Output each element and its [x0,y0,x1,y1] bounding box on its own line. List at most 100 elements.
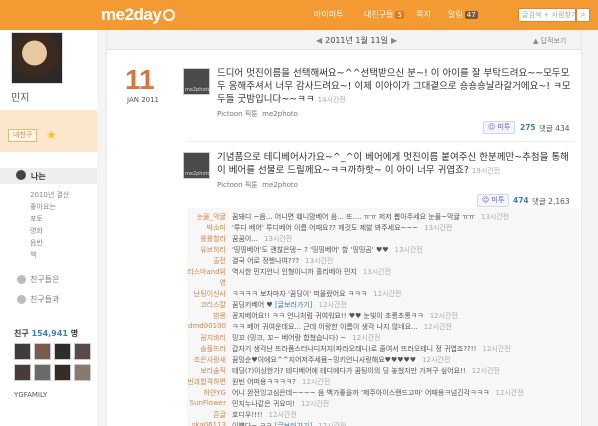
metoo-count[interactable]: 474 [513,196,529,205]
post-photo[interactable]: me2photo [183,152,211,179]
star-icon[interactable]: ★ [46,128,57,142]
fold-button[interactable]: ▲ 답적보기 [533,36,566,46]
comment-author[interactable]: 솔플뜨라 [200,344,226,354]
comment-author[interactable]: 코리스칼 [200,300,226,310]
photo-label: me2photo [185,171,211,177]
sidebar-subitem[interactable]: 영화 [30,226,43,236]
comment-author[interactable]: 밤몽 [213,311,226,321]
comment-time[interactable]: 13시간전 [481,213,509,221]
comment-time[interactable]: 12시간전 [352,334,380,342]
sidebar-subitem[interactable]: 좋아요는 [30,202,56,212]
avatar[interactable] [11,32,63,84]
comment-time[interactable]: 12시간전 [319,301,347,309]
comment-time[interactable]: 13시간전 [424,224,452,232]
sidebar-item-me[interactable] [0,168,97,184]
nav-friends[interactable]: 내친구들 5 [364,9,404,20]
comment-author[interactable]: SunFlower [190,399,226,407]
friend-name[interactable]: YGFAMILY [14,391,47,399]
friends-count-badge: 5 [395,11,404,19]
comment-author[interactable]: dmd00100 [188,322,226,330]
comment-time[interactable]: 12시간전 [495,389,523,397]
friend-thumb[interactable] [14,343,31,360]
post-meta: Pictoon 픽툰 me2photo [217,109,298,119]
nav-label: 마이미투 [314,10,344,19]
comment-author[interactable]: 박소미 [207,223,226,233]
comment-link[interactable]: [글보러가기] [275,301,313,309]
comment-author[interactable]: 영 [220,278,226,288]
sidebar-item-friends[interactable]: 친구들은 [30,274,59,285]
comment-time[interactable]: 13시간전 [363,268,391,276]
comment-author[interactable]: 꿈지바리 [200,333,226,343]
comment-time[interactable]: 12시간전 [422,356,450,364]
sidebar-subitem[interactable]: 음반 [30,238,43,248]
logo-text: me2day [101,5,162,24]
comment-count[interactable]: 댓글 434 [539,123,570,134]
logo[interactable]: me2day [101,5,176,25]
friend-thumb[interactable] [74,343,91,360]
post-time[interactable]: 19시간전 [472,167,500,175]
comment-author[interactable]: 원빈과합격하면 [187,377,226,387]
comment-time[interactable]: 12시간전 [269,411,297,419]
comment-time[interactable]: 12시간전 [430,312,458,320]
comment-time[interactable]: 12시간전 [472,367,500,375]
prev-arrow-icon[interactable]: ◀ [316,36,322,45]
comment-time[interactable]: 12시간전 [373,290,401,298]
friend-thumb[interactable] [14,364,31,381]
comment-author[interactable]: 보라술직 [200,366,226,376]
friend-button[interactable]: 내친구 [8,129,38,142]
comment-text: 어니 완전잉고심은데~~~~ 음 백가좋을까 '제주아이스랜드고마' 어때용ㅋ넘… [232,389,524,397]
search-input[interactable]: 글검색 + 사람찾기 [518,8,576,22]
meta-source[interactable]: Pictoon 픽툰 [217,110,258,118]
comment-author[interactable]: 출전 [213,256,226,266]
comment-author[interactable]: ska06113 [192,421,226,426]
metoo-button[interactable]: ☺ 미투 [483,121,516,134]
friend-thumb[interactable] [54,343,71,360]
post-time[interactable]: 14시간전 [318,96,346,104]
comment-author[interactable]: 하얀YG [203,388,226,398]
comment-text: 꿈딩키베어 ♥ [글보러가기] 12시간전 [232,301,347,309]
comment-time[interactable]: 12시간전 [424,323,452,331]
comment-link[interactable]: [글보러가기] [275,422,313,426]
friend-thumb[interactable] [74,364,91,381]
nav-notifications[interactable]: 알림 47 [448,9,478,20]
metoo-count[interactable]: 275 [520,123,536,132]
nav-label: 쪽지 [416,10,431,19]
comment-author[interactable]: 롤롤할라 [200,234,226,244]
comment-time[interactable]: 13시간전 [264,235,292,243]
comment-author[interactable]: 카리스마and위 [187,267,226,277]
comment-time[interactable]: 12시간전 [302,378,330,386]
friend-thumb[interactable] [34,343,51,360]
comment-time[interactable]: 13시간전 [395,246,423,254]
post-photo[interactable]: me2photo [183,68,211,95]
comment-author[interactable]: 눈물_막귤 [197,212,226,222]
comment-author[interactable]: 조은사랑새 [194,355,226,365]
next-arrow-icon[interactable]: ▶ [391,36,397,45]
comment-author[interactable]: 난팅이신사 [194,289,226,299]
friend-thumb[interactable] [54,364,71,381]
sidebar-subitem[interactable]: 2010년 결산 [30,190,69,200]
sidebar-item-with-friends[interactable]: 친구들과 [30,294,59,305]
meta-source[interactable]: Pictoon 픽툰 [217,181,258,189]
sidebar-subitem[interactable]: 포토 [30,214,43,224]
comment-time[interactable]: 12시간전 [318,422,346,426]
nav-messages[interactable]: 쪽지 [416,9,431,20]
search-icon[interactable]: ⌕ [576,8,590,22]
comment-author[interactable]: 유보하라 [200,245,226,255]
divider [187,141,575,142]
friends-number[interactable]: 154,941 [32,329,68,338]
meta-app[interactable]: me2photo [262,110,298,118]
comment-text: 민지누나같은 귀요미! 12시간전 [232,400,330,408]
comment-time[interactable]: 13시간전 [305,257,333,265]
comment-time[interactable]: 12시간전 [482,345,510,353]
nav-label: 알림 [448,10,463,19]
comment-time[interactable]: 12시간전 [301,400,329,408]
friends-count: 친구 154,941 명 [14,328,78,339]
sidebar-subitem[interactable]: 책 [30,250,36,260]
nav-my-me2[interactable]: 마이미투 [314,9,343,20]
notification-count-badge: 47 [464,11,478,19]
metoo-button[interactable]: ☺ 미투 [477,194,510,207]
meta-app[interactable]: me2photo [262,181,298,189]
comment-author[interactable]: 흔글 [213,410,226,420]
comment-count[interactable]: 댓글 2,163 [532,196,570,207]
friend-thumb[interactable] [34,364,51,381]
